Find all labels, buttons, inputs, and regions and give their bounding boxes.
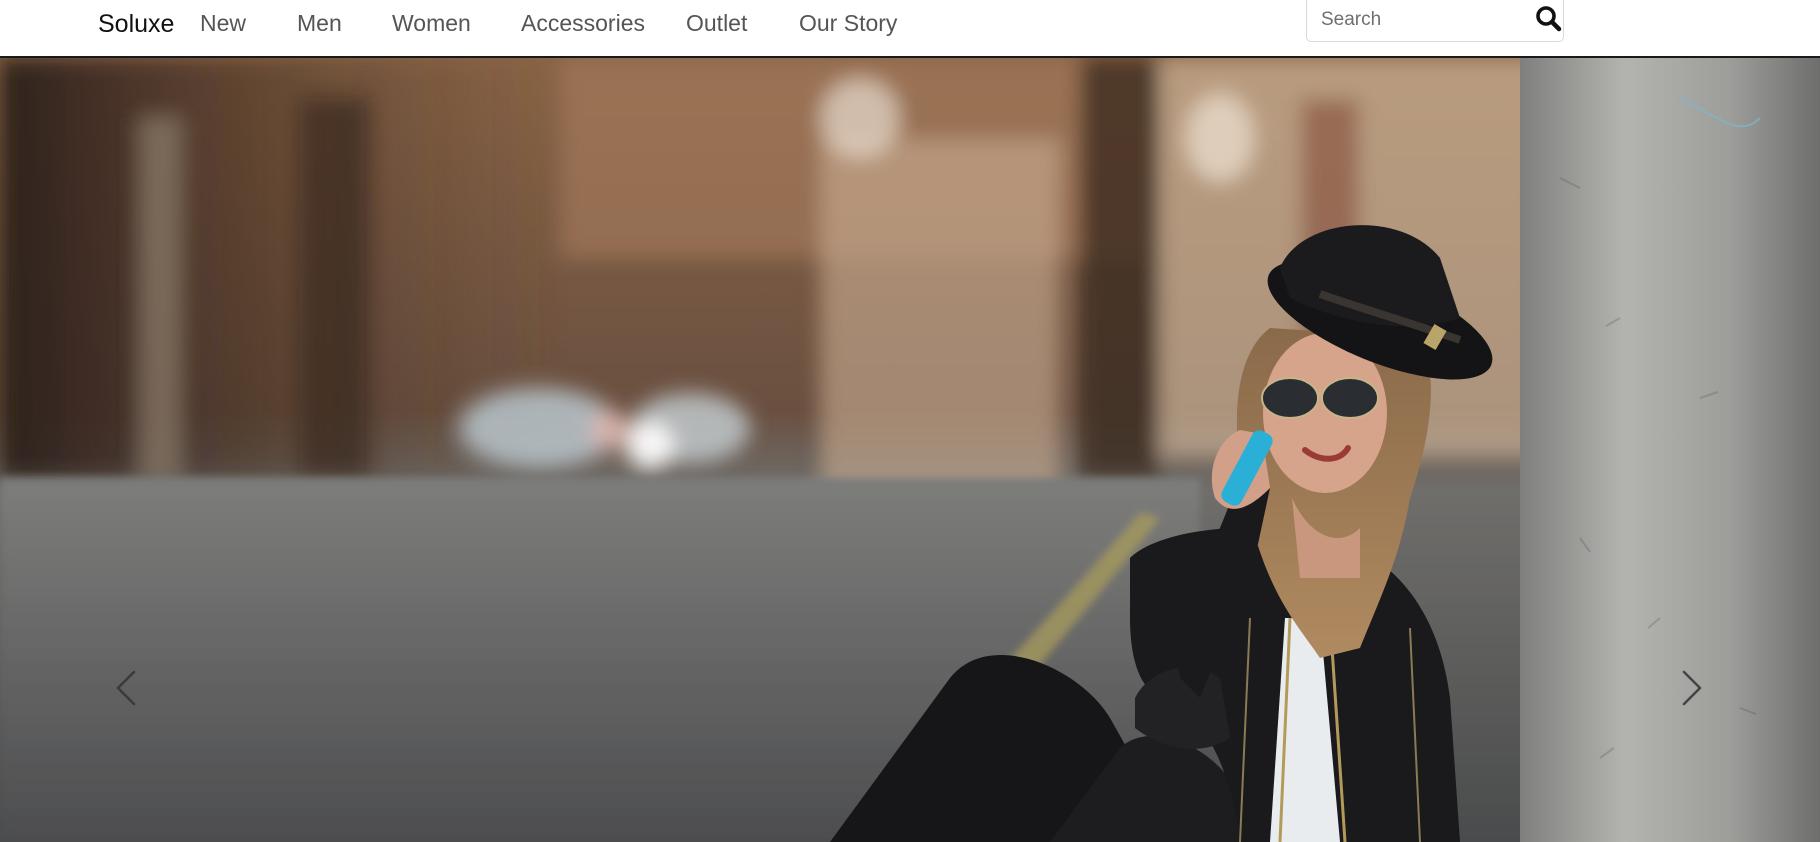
carousel-prev-button[interactable] xyxy=(106,658,146,718)
top-navbar: Soluxe New Men Women Accessories Outlet … xyxy=(0,0,1820,58)
search-input[interactable] xyxy=(1321,6,1521,34)
nav-link-outlet[interactable]: Outlet xyxy=(686,10,747,37)
chevron-right-icon xyxy=(1682,670,1702,706)
nav-link-women[interactable]: Women xyxy=(392,10,471,37)
nav-link-our-story[interactable]: Our Story xyxy=(799,10,897,37)
hero-image xyxy=(0,58,1820,842)
nav-link-men[interactable]: Men xyxy=(297,10,342,37)
brand-logo-link[interactable]: Soluxe xyxy=(98,10,174,39)
magnifier-icon xyxy=(1536,6,1562,32)
nav-link-accessories[interactable]: Accessories xyxy=(521,10,645,37)
chevron-left-icon xyxy=(116,670,136,706)
carousel-next-button[interactable] xyxy=(1672,658,1712,718)
hero-carousel xyxy=(0,58,1820,842)
nav-link-new[interactable]: New xyxy=(200,10,246,37)
search-button[interactable] xyxy=(1534,4,1564,34)
search-box xyxy=(1306,0,1564,42)
